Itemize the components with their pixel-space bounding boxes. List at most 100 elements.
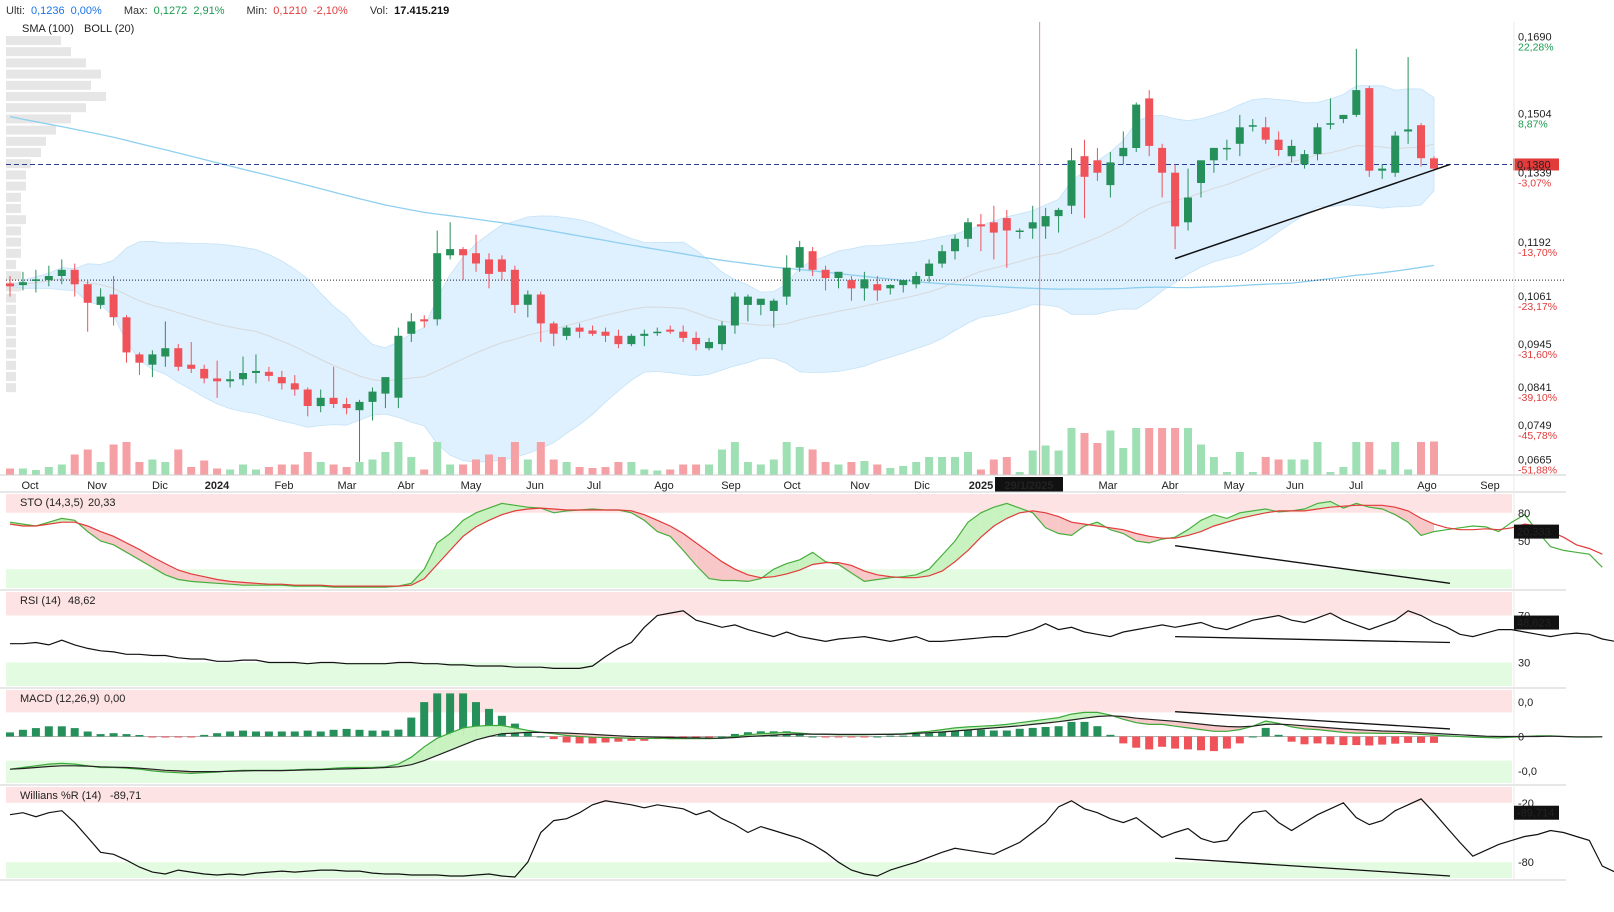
volume-bar bbox=[925, 457, 934, 475]
volume-bar bbox=[860, 461, 869, 475]
candle-body bbox=[1041, 216, 1050, 227]
candle bbox=[83, 280, 92, 332]
volume-profile-bar bbox=[6, 47, 71, 57]
candle-body bbox=[938, 251, 947, 264]
candle bbox=[1352, 48, 1361, 117]
candle bbox=[1067, 147, 1076, 215]
volume-bar bbox=[1274, 459, 1283, 475]
volume-profile-bar bbox=[6, 360, 16, 370]
candle-body bbox=[1352, 90, 1361, 115]
candle-body bbox=[1184, 197, 1192, 223]
macd-histogram-bar bbox=[536, 736, 545, 738]
volume-bar bbox=[122, 442, 131, 475]
candle-body bbox=[679, 331, 688, 338]
macd-histogram-bar bbox=[31, 728, 40, 737]
sto-panel-tick: 80 bbox=[1518, 508, 1530, 520]
volume-bar bbox=[1106, 430, 1115, 475]
volume-bar bbox=[653, 470, 662, 475]
candle-body bbox=[407, 321, 416, 334]
candle-body bbox=[18, 282, 27, 286]
volume-bar bbox=[57, 464, 66, 475]
candle-body bbox=[174, 348, 183, 367]
volume-profile-bar bbox=[6, 349, 16, 359]
macd-histogram-bar bbox=[1430, 736, 1438, 743]
volume-bar bbox=[523, 459, 532, 475]
macd-histogram-bar bbox=[1197, 736, 1205, 751]
volume-bar bbox=[83, 449, 92, 475]
price-pct-label: 22,28% bbox=[1518, 41, 1554, 53]
time-axis-label: Jun bbox=[1286, 480, 1304, 492]
volume-bar bbox=[899, 466, 908, 475]
macd-histogram-bar bbox=[18, 729, 27, 737]
volume-bar bbox=[70, 454, 79, 475]
candle-body bbox=[355, 401, 364, 411]
macd-histogram-bar bbox=[381, 730, 390, 737]
candle-body bbox=[666, 329, 675, 332]
stock-chart[interactable]: SMA (100) BOLL (20) 0,169022,28%0,15048,87… bbox=[0, 0, 1614, 912]
volume-bar bbox=[834, 464, 843, 475]
candle-body bbox=[200, 368, 209, 379]
candle-body bbox=[446, 249, 455, 256]
volume-profile-bar bbox=[6, 304, 16, 314]
volume-bar bbox=[756, 464, 765, 475]
volume-bar bbox=[1145, 428, 1154, 475]
candle-body bbox=[122, 317, 131, 353]
volume-bar bbox=[951, 457, 959, 475]
macd-histogram-bar bbox=[1352, 736, 1361, 746]
candle-body bbox=[821, 269, 830, 279]
volume-bar bbox=[213, 468, 222, 475]
volume-bar bbox=[1313, 442, 1322, 475]
candle-body bbox=[161, 348, 170, 357]
candle-body bbox=[627, 335, 636, 345]
candle-body bbox=[497, 259, 506, 272]
time-axis-label: Jul bbox=[587, 480, 601, 492]
candle-body bbox=[135, 354, 144, 363]
candle bbox=[122, 315, 131, 363]
macd-histogram-bar bbox=[989, 730, 998, 737]
volume-profile-bar bbox=[6, 237, 21, 247]
macd-histogram-bar bbox=[705, 736, 713, 738]
time-axis-label: 2024 bbox=[205, 480, 230, 492]
candle-body bbox=[1274, 139, 1283, 150]
volume-profile-bar bbox=[6, 293, 16, 303]
volume-bar bbox=[174, 449, 183, 475]
candle-body bbox=[1132, 104, 1141, 148]
macd-histogram-bar bbox=[1067, 721, 1076, 737]
candle-body bbox=[213, 378, 222, 382]
candle-body bbox=[795, 247, 804, 268]
candle-body bbox=[640, 333, 649, 336]
volume-bar bbox=[44, 467, 53, 475]
willr-panel-overbought-zone bbox=[6, 787, 1512, 803]
volume-bar bbox=[782, 442, 791, 475]
time-axis-label: Feb bbox=[275, 480, 294, 492]
candle-body bbox=[420, 319, 429, 322]
rsi-panel-value: 48,62 bbox=[68, 595, 96, 607]
candle-body bbox=[1106, 162, 1115, 186]
candle-body bbox=[653, 331, 662, 334]
volume-bar bbox=[1430, 441, 1438, 475]
time-axis-label: Jun bbox=[526, 480, 544, 492]
volume-bar bbox=[264, 467, 273, 475]
macd-histogram-bar bbox=[1028, 727, 1037, 737]
candle-body bbox=[316, 397, 325, 407]
macd-histogram-bar bbox=[549, 736, 558, 740]
candle bbox=[1391, 131, 1400, 177]
willr-panel: Willians %R (14) -89,71-20-80-89,714 bbox=[6, 787, 1614, 878]
candle-body bbox=[1119, 147, 1128, 157]
volume-bar bbox=[938, 457, 947, 475]
macd-histogram-bar bbox=[109, 733, 118, 737]
crosshair-date-text: 29/1/2025 bbox=[1005, 480, 1054, 492]
candle-body bbox=[614, 335, 623, 345]
volume-bar bbox=[497, 457, 506, 475]
volume-profile-bar bbox=[6, 338, 16, 348]
macd-histogram-bar bbox=[899, 735, 908, 737]
candle-body bbox=[368, 391, 377, 402]
volume-profile-bar bbox=[6, 125, 56, 135]
price-pct-label: -31,60% bbox=[1518, 349, 1557, 361]
volume-bar bbox=[1365, 442, 1374, 475]
volume-bar bbox=[135, 462, 144, 475]
volume-bar bbox=[614, 462, 623, 475]
volume-bar bbox=[31, 470, 40, 475]
macd-histogram-bar bbox=[70, 728, 79, 737]
volume-bar bbox=[743, 462, 752, 475]
